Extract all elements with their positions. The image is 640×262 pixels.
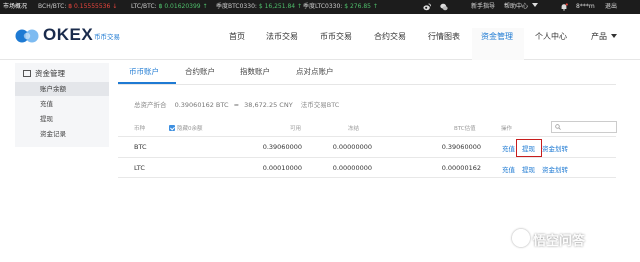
table-header-divider bbox=[118, 136, 616, 137]
ticker-label: 季度BTC0330: bbox=[216, 3, 257, 10]
col-header-available: 可用 bbox=[290, 126, 302, 132]
nav-coin-trade[interactable]: 币币交易 bbox=[320, 31, 352, 42]
cell-coin: BTC bbox=[134, 143, 147, 151]
cell-available: 0.39060000 bbox=[262, 143, 302, 151]
ticker-item-ltc[interactable]: LTC/BTC: ฿ 0.01620399 ↑ bbox=[131, 0, 208, 14]
coin-search-box[interactable] bbox=[551, 121, 617, 133]
hide-zero-balance-toggle[interactable]: 隐藏0余额 bbox=[169, 124, 203, 132]
checkbox-checked-icon[interactable] bbox=[169, 125, 175, 131]
nav-fiat-trade[interactable]: 法币交易 bbox=[266, 31, 298, 42]
ticker-value: ฿ 0.15555536 bbox=[68, 3, 111, 10]
arrow-up-icon: ↑ bbox=[372, 3, 378, 10]
fiat-trade-btc-link[interactable]: 法币交易BTC bbox=[301, 101, 340, 109]
market-overview-link[interactable]: 市场概况 bbox=[3, 0, 27, 14]
transfer-button[interactable]: 资金划转 bbox=[542, 143, 568, 153]
wallet-icon bbox=[23, 70, 31, 77]
row-divider bbox=[118, 177, 616, 178]
tab-coin-account[interactable]: 币币账户 bbox=[129, 66, 159, 77]
sidebar-item-balance[interactable]: 账户余额 bbox=[15, 82, 109, 96]
ticker-value: $ 276.85 bbox=[344, 3, 371, 10]
search-input[interactable] bbox=[563, 123, 615, 131]
wechat-icon[interactable] bbox=[440, 3, 448, 11]
ticker-bar: 市场概况 BCH/BTC: ฿ 0.15555536 ↓ LTC/BTC: ฿ … bbox=[0, 0, 640, 14]
nav-products-label: 产品 bbox=[591, 32, 607, 41]
arrow-up-icon: ↑ bbox=[202, 3, 208, 10]
sidebar-title-text: 资金管理 bbox=[35, 69, 65, 78]
chevron-down-icon bbox=[532, 3, 539, 7]
chevron-down-icon bbox=[611, 34, 617, 38]
sidebar-item-fund-records[interactable]: 资金记录 bbox=[15, 127, 109, 141]
username[interactable]: 8***m bbox=[576, 0, 595, 14]
nav-home[interactable]: 首页 bbox=[229, 31, 245, 42]
sidebar-item-deposit[interactable]: 充值 bbox=[15, 97, 109, 111]
total-assets-cny: 38,672.25 CNY bbox=[244, 101, 293, 109]
main-header: OKEX 币币交易 首页 法币交易 币币交易 合约交易 行情图表 资金管理 个人… bbox=[0, 14, 640, 60]
arrow-up-icon: ↑ bbox=[297, 3, 303, 10]
sidebar: 资金管理 账户余额 充值 提现 资金记录 bbox=[15, 63, 109, 147]
col-header-frozen: 冻结 bbox=[348, 126, 360, 132]
highlight-box bbox=[516, 139, 542, 157]
cell-coin: LTC bbox=[134, 164, 145, 172]
ticker-label: BCH/BTC: bbox=[38, 3, 67, 10]
col-header-btc-value: BTC估值 bbox=[454, 126, 476, 132]
sidebar-item-withdraw[interactable]: 提现 bbox=[15, 112, 109, 126]
arrow-down-icon: ↓ bbox=[112, 3, 118, 10]
total-assets-label: 总资产折合 bbox=[134, 101, 167, 109]
ticker-label: LTC/BTC: bbox=[131, 3, 157, 10]
deposit-button[interactable]: 充值 bbox=[502, 143, 515, 153]
bell-icon[interactable] bbox=[560, 3, 568, 11]
sidebar-title: 资金管理 bbox=[23, 68, 65, 79]
withdraw-button[interactable]: 提现 bbox=[522, 164, 535, 174]
cell-frozen: 0.00000000 bbox=[332, 143, 372, 151]
ticker-item-bch[interactable]: BCH/BTC: ฿ 0.15555536 ↓ bbox=[38, 0, 117, 14]
cell-frozen: 0.00000000 bbox=[332, 164, 372, 172]
nav-market-charts[interactable]: 行情图表 bbox=[428, 31, 460, 42]
approx-sign: ≈ bbox=[233, 101, 240, 109]
cell-available: 0.00010000 bbox=[262, 164, 302, 172]
logo-subtitle: 币币交易 bbox=[94, 33, 120, 41]
logout-link[interactable]: 退出 bbox=[605, 0, 617, 14]
tab-p2p-account[interactable]: 点对点账户 bbox=[296, 66, 334, 77]
ticker-value: ฿ 0.01620399 bbox=[158, 3, 201, 10]
ticker-label: 季度LTC0330: bbox=[303, 3, 343, 10]
col-header-coin: 币种 bbox=[134, 126, 146, 132]
row-divider bbox=[118, 157, 616, 158]
wukong-logo-icon bbox=[512, 229, 530, 247]
tab-futures-account[interactable]: 合约账户 bbox=[185, 66, 215, 77]
help-center-link[interactable]: 帮助中心 bbox=[504, 0, 539, 14]
deposit-button[interactable]: 充值 bbox=[502, 164, 515, 174]
search-icon bbox=[555, 124, 561, 130]
watermark-text: 悟空问答 bbox=[533, 234, 586, 249]
okex-logo-icon[interactable] bbox=[15, 28, 41, 44]
nav-personal-center[interactable]: 个人中心 bbox=[535, 31, 567, 42]
cell-btc-value: 0.00000162 bbox=[441, 164, 481, 172]
tab-divider bbox=[118, 84, 616, 85]
weibo-icon[interactable] bbox=[423, 3, 431, 11]
col-header-actions: 操作 bbox=[501, 126, 513, 132]
guide-link[interactable]: 新手指导 bbox=[471, 0, 495, 14]
transfer-button[interactable]: 资金划转 bbox=[542, 164, 568, 174]
ticker-value: $ 16,251.84 bbox=[258, 3, 296, 10]
ticker-item-ltc-quarter[interactable]: 季度LTC0330: $ 276.85 ↑ bbox=[303, 0, 378, 14]
tab-index-account[interactable]: 指数账户 bbox=[240, 66, 270, 77]
logo-text[interactable]: OKEX bbox=[43, 25, 93, 45]
cell-btc-value: 0.39060000 bbox=[441, 143, 481, 151]
nav-products[interactable]: 产品 bbox=[591, 31, 617, 42]
nav-funds-management[interactable]: 资金管理 bbox=[481, 31, 513, 42]
total-assets-summary: 总资产折合 0.39060162 BTC ≈ 38,672.25 CNY 法币交… bbox=[134, 99, 339, 109]
hide-zero-label: 隐藏0余额 bbox=[177, 126, 203, 132]
total-assets-btc: 0.39060162 BTC bbox=[174, 101, 229, 109]
ticker-item-btc-quarter[interactable]: 季度BTC0330: $ 16,251.84 ↑ bbox=[216, 0, 302, 14]
nav-futures-trade[interactable]: 合约交易 bbox=[374, 31, 406, 42]
help-center-label: 帮助中心 bbox=[504, 3, 529, 10]
